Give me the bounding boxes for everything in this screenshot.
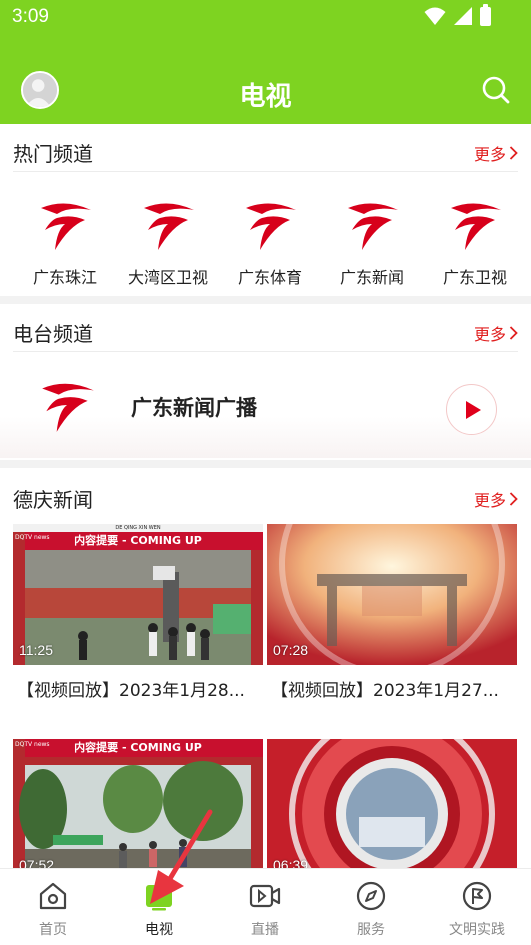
- tv-screen: 3:09 电视 热门频道 更多 广东珠江 大湾区卫视 广东体育 广东新闻 广东卫…: [0, 0, 531, 945]
- news-thumbnail: 内容提要 - COMING UP DE QING XIN WEN DQTV ne…: [13, 524, 263, 665]
- video-duration: 07:28: [273, 642, 309, 658]
- tv-icon: [146, 885, 172, 911]
- channel-label: 广东珠江: [32, 268, 97, 287]
- nav-item-tv[interactable]: 电视: [106, 869, 212, 945]
- bottom-nav: 首页 电视 直播 服务 文明实践: [0, 868, 531, 945]
- channel-label: 广东卫视: [442, 268, 507, 287]
- dqtv-logo-text: DQTV news: [15, 534, 50, 541]
- more-label: 更多: [473, 325, 506, 344]
- news-title: 德庆新闻: [13, 488, 93, 512]
- nav-label: 电视: [145, 922, 173, 938]
- news-banner-text: 内容提要 - COMING UP: [74, 741, 202, 754]
- cell-signal-icon: [454, 7, 472, 25]
- channel-item-guangdong-sports[interactable]: 广东体育: [218, 190, 322, 290]
- nav-item-live[interactable]: 直播: [212, 869, 318, 945]
- battery-icon: [480, 3, 491, 26]
- hot-channels-more-link[interactable]: 更多: [474, 141, 518, 165]
- search-icon[interactable]: [481, 75, 511, 105]
- wifi-icon: [424, 7, 446, 25]
- radio-channels-header: 电台频道 更多: [13, 306, 518, 352]
- nav-label: 文明实践: [449, 922, 505, 938]
- flag-circle-icon: [462, 881, 492, 911]
- play-icon: [466, 401, 481, 419]
- status-icons: [424, 3, 491, 26]
- channel-label: 大湾区卫视: [127, 268, 208, 287]
- chevron-right-icon: [509, 146, 518, 160]
- nav-label: 直播: [251, 922, 279, 938]
- nav-item-services[interactable]: 服务: [318, 869, 424, 945]
- compass-icon: [356, 881, 386, 911]
- channel-label: 广东体育: [237, 268, 302, 287]
- chevron-right-icon: [509, 326, 518, 340]
- page-title: 电视: [239, 82, 292, 112]
- page-header: 电视: [0, 60, 531, 124]
- status-time: 3:09: [12, 6, 49, 27]
- radio-station-row[interactable]: 广东新闻广播: [0, 354, 531, 458]
- news-more-link[interactable]: 更多: [474, 487, 518, 511]
- gdtv-logo-icon: [451, 203, 501, 250]
- dqtv-logo-text: DQTV news: [15, 741, 50, 748]
- nav-label: 首页: [39, 922, 67, 938]
- news-banner-small: DE QING XIN WEN: [13, 524, 263, 532]
- gdtv-logo-icon: [348, 203, 398, 250]
- news-thumbnail: 内容提要 - COMING UP DQTV news 07:52: [13, 739, 263, 869]
- news-grid: 内容提要 - COMING UP DE QING XIN WEN DQTV ne…: [0, 524, 531, 869]
- channel-item-greater-bay-area[interactable]: 大湾区卫视: [116, 190, 220, 290]
- news-banner-text: 内容提要 - COMING UP: [74, 534, 202, 547]
- radio-station-name: 广东新闻广播: [131, 396, 257, 420]
- more-label: 更多: [473, 491, 506, 510]
- channel-item-guangdong-satellite[interactable]: 广东卫视: [423, 190, 527, 290]
- news-thumbnail: 07:28: [267, 524, 517, 665]
- news-header: 德庆新闻 更多: [13, 472, 518, 518]
- channel-item-guangdong-zhujiang[interactable]: 广东珠江: [13, 190, 117, 290]
- park-scene-image: [13, 739, 263, 869]
- chevron-right-icon: [509, 492, 518, 506]
- hot-channels-list: 广东珠江 大湾区卫视 广东体育 广东新闻 广东卫视: [13, 190, 523, 290]
- gdtv-logo-icon: [144, 203, 194, 250]
- section-divider: [0, 460, 531, 468]
- gdtv-logo-icon: [42, 383, 94, 432]
- status-bar: 3:09: [0, 0, 531, 36]
- nav-item-home[interactable]: 首页: [0, 869, 106, 945]
- news-item-title: 【视频回放】2023年1月28...: [17, 681, 245, 701]
- play-button[interactable]: [446, 384, 497, 435]
- news-thumbnail: 06:39: [267, 739, 517, 869]
- radio-channels-title: 电台频道: [13, 322, 93, 346]
- news-item-title: 【视频回放】2023年1月27...: [271, 681, 499, 701]
- section-divider: [0, 296, 531, 304]
- video-duration: 11:25: [19, 642, 53, 658]
- gdtv-logo-icon: [246, 203, 296, 250]
- app-header-bar: 3:09 电视: [0, 0, 531, 124]
- channel-label: 广东新闻: [339, 268, 404, 287]
- red-circle-graphic-image: [267, 739, 517, 869]
- hot-channels-header: 热门频道 更多: [13, 126, 518, 172]
- channel-item-guangdong-news[interactable]: 广东新闻: [320, 190, 424, 290]
- more-label: 更多: [473, 145, 506, 164]
- nav-label: 服务: [357, 922, 385, 938]
- home-icon: [39, 882, 67, 910]
- gdtv-logo-icon: [41, 203, 91, 250]
- radio-channels-more-link[interactable]: 更多: [474, 321, 518, 345]
- live-video-icon: [249, 884, 281, 908]
- nav-item-civilization-practice[interactable]: 文明实践: [424, 869, 530, 945]
- hot-channels-title: 热门频道: [13, 142, 93, 166]
